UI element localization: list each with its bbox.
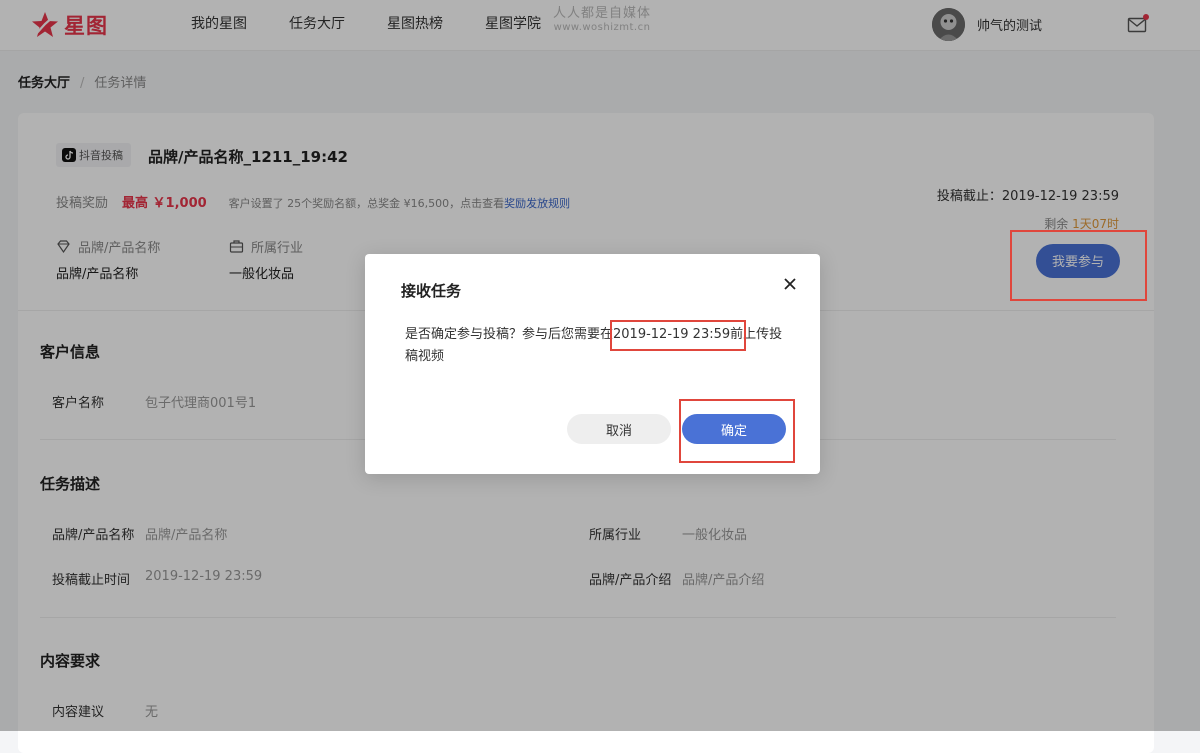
dialog-title: 接收任务 [401,282,462,300]
cancel-button[interactable]: 取消 [567,414,671,444]
accept-task-dialog: 接收任务 是否确定参与投稿？参与后您需要在2019-12-19 23:59前上传… [365,254,820,474]
close-icon [784,278,796,290]
dialog-close-button[interactable] [778,272,802,296]
dialog-message: 是否确定参与投稿？参与后您需要在2019-12-19 23:59前上传投稿视频 [405,327,783,364]
confirm-button[interactable]: 确定 [682,414,786,444]
